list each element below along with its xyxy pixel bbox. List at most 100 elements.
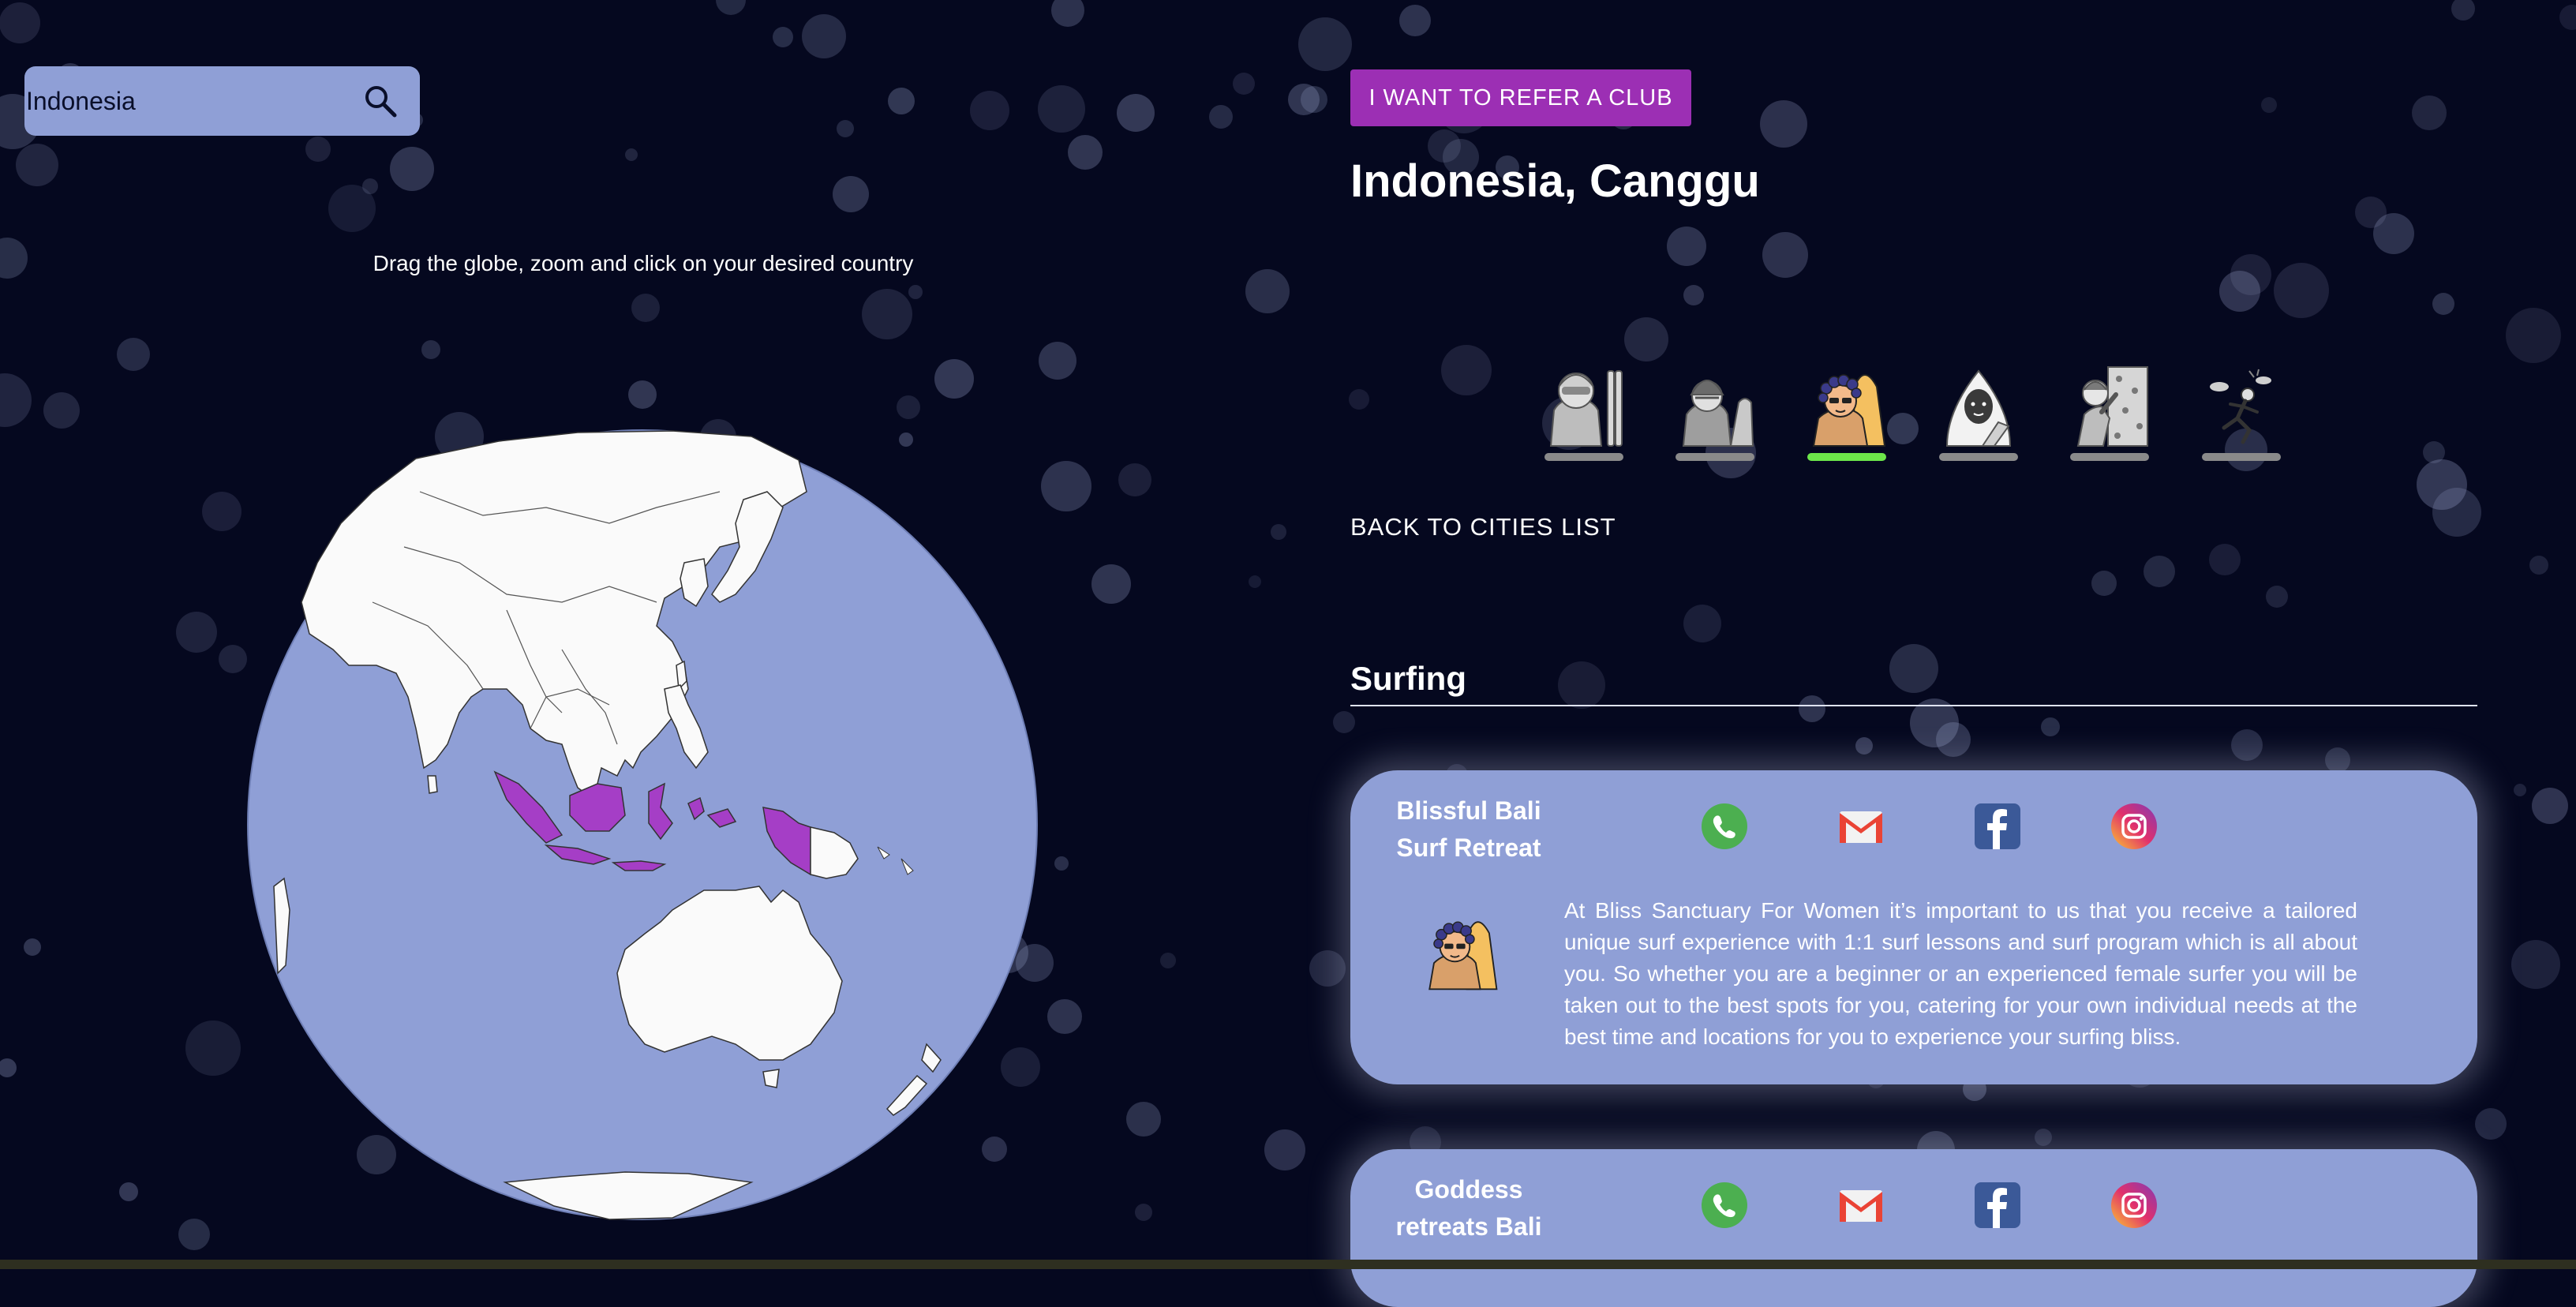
club-name: Goddess retreats Bali [1374,1171,1563,1245]
hiker-icon [1682,380,1754,447]
background-bubble [1936,722,1971,757]
background-bubble [2514,784,2526,796]
search-input[interactable] [26,77,361,125]
background-bubble [1683,605,1721,642]
background-bubble [1349,389,1369,410]
background-bubble [2041,717,2060,736]
search-icon[interactable] [361,82,399,120]
background-bubble [1624,317,1668,361]
background-bubble [1245,269,1290,313]
background-bubble [43,392,80,429]
whatsapp-icon[interactable] [1700,802,1749,851]
avatar-surfer[interactable] [1806,363,1888,466]
avatar-indicator [2070,453,2149,461]
section-divider [1350,705,2477,706]
background-bubble [2209,544,2241,575]
background-bubble [185,1021,241,1076]
whatsapp-icon[interactable] [1700,1181,1749,1230]
background-bubble [1126,1102,1161,1137]
avatar-hiker[interactable] [1674,363,1756,466]
background-bubble [628,380,657,409]
section-title: Surfing [1350,660,1466,697]
background-bubble [1309,950,1346,987]
globe-hint: Drag the globe, zoom and click on your d… [373,251,914,275]
background-bubble [888,88,915,114]
instagram-icon[interactable] [2110,1181,2159,1230]
background-bubble [2559,5,2576,30]
background-bubble [1038,85,1085,133]
background-bubble [908,285,923,299]
city-title: Indonesia, Canggu [1350,155,1760,207]
climber-icon [2076,366,2148,447]
background-bubble [2532,788,2568,824]
avatar-runner[interactable] [2200,363,2282,466]
background-bubble [0,1058,17,1077]
background-bubble [1441,345,1492,395]
land-tasmania[interactable] [762,1069,780,1088]
background-bubble [119,1182,138,1201]
background-bubble [1333,711,1355,733]
background-bubble [2506,308,2561,363]
land-sri-lanka[interactable] [427,775,438,794]
background-bubble [1399,5,1431,36]
gmail-icon[interactable] [1837,1181,1885,1230]
background-bubble [2432,293,2454,315]
avatar-climber[interactable] [2069,363,2151,466]
background-bubble [2432,488,2481,537]
country-search[interactable] [24,66,420,136]
background-bubble [802,14,846,58]
background-bubble [1558,661,1605,709]
background-bubble [2231,729,2263,761]
background-bubble [1889,644,1938,693]
background-bubble [2423,441,2445,463]
background-bubble [1091,564,1131,604]
background-bubble [631,294,660,322]
background-bubble [1855,737,1873,755]
background-bubble [1762,232,1808,278]
background-bubble [1799,695,1825,722]
background-bubble [1271,524,1286,540]
background-bubble [1264,1129,1305,1170]
facebook-icon[interactable] [1973,802,2022,851]
surfer-icon [1428,921,1498,991]
background-bubble [117,338,150,371]
background-bubble [897,395,920,419]
back-to-cities-link[interactable]: BACK TO CITIES LIST [1350,513,1616,541]
refer-club-button[interactable]: I WANT TO REFER A CLUB [1350,69,1691,126]
background-bubble [1160,953,1176,968]
background-bubble [0,373,32,427]
gmail-icon[interactable] [1837,802,1885,851]
background-bubble [837,120,854,137]
hijab-woman-icon [1945,369,2012,447]
background-bubble [362,178,378,194]
club-card: Goddess retreats Bali [1350,1149,2477,1307]
club-name-line: Goddess [1414,1175,1523,1204]
avatar-indicator [1544,453,1623,461]
background-bubble [1887,413,1919,444]
background-bubble [2091,571,2117,596]
background-bubble [1209,105,1233,129]
avatar-skier[interactable] [1543,363,1625,466]
background-bubble [862,289,912,339]
club-name: Blissful Bali Surf Retreat [1374,792,1563,867]
avatar-hijab-woman[interactable] [1938,363,2020,466]
background-bubble [2412,95,2447,130]
background-bubble [1117,94,1155,132]
background-bubble [2451,0,2475,21]
world-globe[interactable] [246,429,1039,1221]
background-bubble [1298,17,1352,71]
background-bubble [934,359,974,399]
background-bubble [202,492,242,531]
background-bubble [305,137,331,162]
background-bubble [0,238,28,279]
background-bubble [2373,213,2414,254]
background-bubble [1667,227,1706,266]
background-bubble [219,645,247,673]
background-bubble [1047,999,1082,1034]
instagram-icon[interactable] [2110,802,2159,851]
club-name-line: Blissful Bali [1396,796,1541,825]
background-bubble [2035,1129,2052,1146]
facebook-icon[interactable] [1973,1181,2022,1230]
avatar-indicator [2202,453,2281,461]
background-bubble [1118,463,1151,496]
